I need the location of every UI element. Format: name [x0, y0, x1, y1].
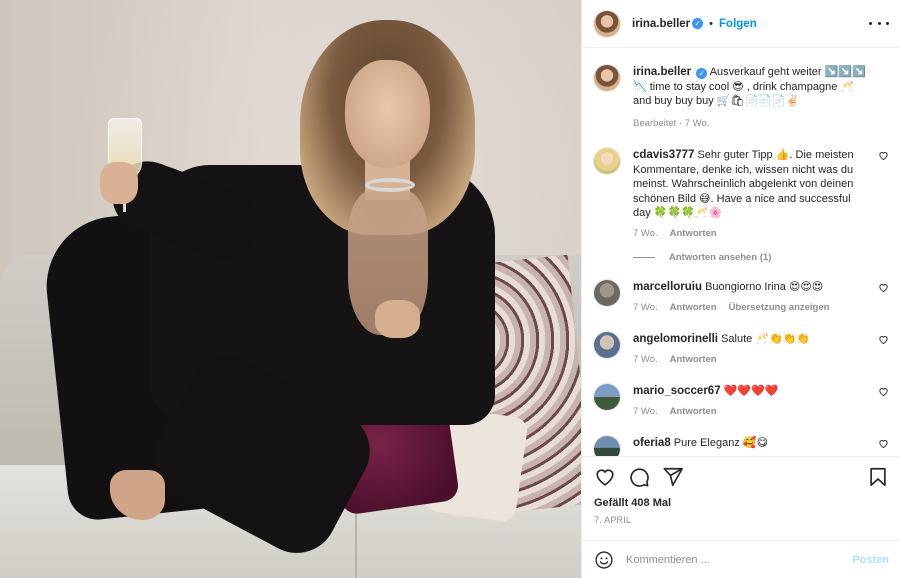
verified-icon: ✓	[696, 68, 708, 79]
comment-input[interactable]	[626, 553, 853, 566]
separator-dot: •	[709, 17, 714, 30]
view-replies-label: Antworten ansehen (1)	[669, 252, 772, 263]
avatar[interactable]	[594, 10, 620, 37]
comment-text: Salute 🥂👏👏👏	[721, 333, 811, 345]
comment-text: Pure Eleganz 🥰😋	[673, 437, 769, 449]
like-comment-heart-icon[interactable]	[878, 386, 889, 397]
comment-username[interactable]: angelomorinelli	[633, 333, 718, 345]
avatar[interactable]	[594, 280, 620, 306]
post-comment-button[interactable]: Posten	[852, 554, 889, 566]
post-header: irina.beller ✓ • Folgen	[582, 0, 900, 48]
caption-body: irina.beller ✓ Ausverkauf geht weiter ↘️…	[633, 65, 867, 131]
comment-meta: 7 Wo. Antworten	[633, 405, 867, 420]
photo-necklace	[365, 178, 415, 192]
photo-hand	[375, 300, 420, 338]
comment-username[interactable]: marcelloruiu	[633, 281, 702, 293]
verified-icon: ✓	[692, 18, 704, 29]
translate-button[interactable]: Übersetzung anzeigen	[729, 301, 830, 316]
comments-list[interactable]: irina.beller ✓ Ausverkauf geht weiter ↘️…	[582, 48, 900, 456]
comment-item: oferia8 Pure Eleganz 🥰😋	[594, 436, 889, 456]
avatar[interactable]	[594, 65, 620, 91]
more-options-icon[interactable]	[869, 13, 889, 33]
comment-username[interactable]: cdavis3777	[633, 149, 694, 161]
post-actions: Gefällt 408 Mal 7. April	[582, 456, 900, 540]
comment-body: marcelloruiu Buongiorno Irina 😍😍😍 7 Wo. …	[633, 280, 867, 315]
like-comment-heart-icon[interactable]	[878, 282, 889, 293]
like-comment-heart-icon[interactable]	[878, 150, 889, 161]
comment-body: oferia8 Pure Eleganz 🥰😋	[633, 436, 867, 456]
photo-hand-holding-glass	[100, 162, 138, 204]
comment-meta: 7 Wo. Antworten Übersetzung anzeigen	[633, 301, 867, 316]
header-user: irina.beller ✓ • Folgen	[632, 18, 757, 30]
post-view: irina.beller ✓ • Folgen irina.beller ✓ A…	[0, 0, 900, 578]
avatar[interactable]	[594, 436, 620, 456]
comment-item: marcelloruiu Buongiorno Irina 😍😍😍 7 Wo. …	[594, 280, 889, 315]
comment-username[interactable]: oferia8	[633, 437, 671, 449]
comment-item: angelomorinelli Salute 🥂👏👏👏 7 Wo. Antwor…	[594, 332, 889, 367]
comment-body: cdavis3777 Sehr guter Tipp 👍. Die meiste…	[633, 148, 867, 241]
action-icons	[594, 457, 889, 497]
share-icon[interactable]	[662, 466, 684, 488]
avatar[interactable]	[594, 332, 620, 358]
comment-time: 7 Wo.	[633, 227, 658, 239]
caption-meta: Bearbeitet · 7 Wo.	[633, 117, 867, 132]
reply-button[interactable]: Antworten	[670, 227, 717, 242]
caption-edited-time: Bearbeitet · 7 Wo.	[633, 117, 710, 129]
comment-item: cdavis3777 Sehr guter Tipp 👍. Die meiste…	[594, 148, 889, 241]
comment-icon[interactable]	[628, 466, 650, 488]
like-comment-heart-icon[interactable]	[878, 334, 889, 345]
emoji-icon[interactable]	[594, 550, 614, 570]
follow-button[interactable]: Folgen	[719, 18, 757, 30]
bookmark-icon[interactable]	[867, 466, 889, 488]
post-side-panel: irina.beller ✓ • Folgen irina.beller ✓ A…	[581, 0, 900, 578]
comment-item: mario_soccer67 ❤️❤️❤️❤️ 7 Wo. Antworten	[594, 384, 889, 419]
comment-text: ❤️❤️❤️❤️	[723, 385, 779, 397]
comment-time: 7 Wo.	[633, 301, 658, 313]
comment-body: angelomorinelli Salute 🥂👏👏👏 7 Wo. Antwor…	[633, 332, 867, 367]
reply-button[interactable]: Antworten	[670, 405, 717, 420]
view-replies-button[interactable]: Antworten ansehen (1)	[633, 252, 889, 263]
comment-time: 7 Wo.	[633, 405, 658, 417]
comment-meta: 7 Wo. Antworten	[633, 227, 867, 242]
like-comment-heart-icon[interactable]	[878, 438, 889, 449]
comment-time: 7 Wo.	[633, 353, 658, 365]
reply-button[interactable]: Antworten	[670, 301, 717, 316]
caption-username[interactable]: irina.beller	[633, 66, 691, 78]
avatar[interactable]	[594, 384, 620, 410]
like-heart-icon[interactable]	[594, 466, 616, 488]
comment-composer: Posten	[582, 540, 900, 578]
comment-text: Buongiorno Irina 😍😍😍	[705, 281, 824, 293]
photo-face	[345, 60, 430, 168]
avatar[interactable]	[594, 148, 620, 174]
reply-button[interactable]: Antworten	[670, 353, 717, 368]
comment-body: mario_soccer67 ❤️❤️❤️❤️ 7 Wo. Antworten	[633, 384, 867, 419]
post-photo[interactable]	[0, 0, 581, 578]
post-date[interactable]: 7. April	[594, 515, 889, 525]
header-username[interactable]: irina.beller	[632, 18, 690, 30]
comment-username[interactable]: mario_soccer67	[633, 385, 721, 397]
caption: irina.beller ✓ Ausverkauf geht weiter ↘️…	[594, 65, 889, 131]
comment-meta: 7 Wo. Antworten	[633, 353, 867, 368]
likes-count[interactable]: Gefällt 408 Mal	[594, 497, 889, 509]
